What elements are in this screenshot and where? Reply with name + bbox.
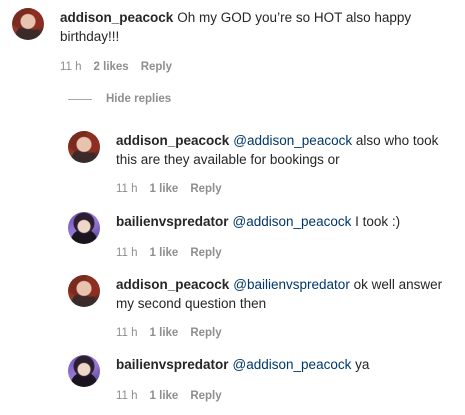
comment-username[interactable]: addison_peacock: [60, 10, 173, 25]
likes-count[interactable]: 1 like: [150, 390, 179, 402]
comment-time: 11 h: [60, 61, 82, 73]
reply-button[interactable]: Reply: [190, 247, 221, 259]
comment-top: addison_peacock Oh my GOD you’re so HOT a…: [12, 8, 432, 73]
reply-button[interactable]: Reply: [190, 390, 221, 402]
reply-item: bailienvspredator @addison_peacock I took…: [68, 212, 458, 259]
comment-meta: 11 h 1 like Reply: [116, 183, 446, 195]
avatar[interactable]: [68, 131, 100, 163]
avatar[interactable]: [12, 8, 44, 40]
avatar[interactable]: [68, 275, 100, 307]
mention-link[interactable]: @bailienvspredator: [233, 277, 350, 292]
avatar[interactable]: [68, 355, 100, 387]
comment-text: addison_peacock Oh my GOD you’re so HOT a…: [60, 8, 420, 46]
comment-body: ya: [351, 357, 370, 372]
comment-meta: 11 h 1 like Reply: [116, 247, 446, 259]
comment-text: addison_peacock @addison_peacock also who…: [116, 131, 446, 169]
comment-time: 11 h: [116, 327, 138, 339]
comment-text: bailienvspredator @addison_peacock I took…: [116, 212, 446, 231]
comment-text: bailienvspredator @addison_peacock ya: [116, 355, 446, 374]
comment-meta: 11 h 1 like Reply: [116, 390, 446, 402]
reply-item: addison_peacock @addison_peacock also who…: [68, 131, 458, 195]
likes-count[interactable]: 1 like: [150, 183, 179, 195]
comment-username[interactable]: addison_peacock: [116, 133, 229, 148]
comment-meta: 11 h 2 likes Reply: [60, 61, 420, 73]
likes-count[interactable]: 1 like: [150, 327, 179, 339]
divider: [68, 98, 92, 100]
mention-link[interactable]: @addison_peacock: [233, 214, 352, 229]
reply-button[interactable]: Reply: [190, 183, 221, 195]
comment-meta: 11 h 1 like Reply: [116, 327, 446, 339]
comment-time: 11 h: [116, 247, 138, 259]
comment-username[interactable]: bailienvspredator: [116, 357, 229, 372]
comment-time: 11 h: [116, 183, 138, 195]
hide-replies-label: Hide replies: [106, 93, 172, 105]
reply-button[interactable]: Reply: [190, 327, 221, 339]
comment-username[interactable]: bailienvspredator: [116, 214, 229, 229]
mention-link[interactable]: @addison_peacock: [233, 357, 352, 372]
avatar[interactable]: [68, 212, 100, 244]
mention-link[interactable]: @addison_peacock: [233, 133, 352, 148]
hide-replies-button[interactable]: Hide replies: [68, 93, 171, 105]
comment-body: I took :): [351, 214, 401, 229]
comment-time: 11 h: [116, 390, 138, 402]
reply-item: bailienvspredator @addison_peacock ya 11 …: [68, 355, 458, 402]
reply-item: addison_peacock @bailienvspredator ok wel…: [68, 275, 458, 339]
comment-username[interactable]: addison_peacock: [116, 277, 229, 292]
likes-count[interactable]: 1 like: [150, 247, 179, 259]
comment-text: addison_peacock @bailienvspredator ok wel…: [116, 275, 446, 313]
likes-count[interactable]: 2 likes: [94, 61, 129, 73]
reply-button[interactable]: Reply: [141, 61, 172, 73]
